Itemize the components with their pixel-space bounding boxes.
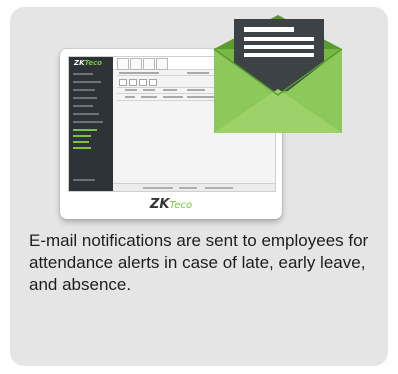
app-logo: ZKTeco [74, 59, 103, 67]
feature-card: ZKTeco ZKTeco E-mail notifications are s… [10, 7, 388, 366]
envelope-icon [210, 13, 350, 138]
envelope-graphic [213, 15, 343, 133]
monitor-brand-logo: ZKTeco [149, 197, 193, 212]
app-sidebar: ZKTeco [69, 57, 113, 191]
notification-message: E-mail notifications are sent to employe… [29, 231, 369, 295]
app-pagination [113, 183, 275, 191]
